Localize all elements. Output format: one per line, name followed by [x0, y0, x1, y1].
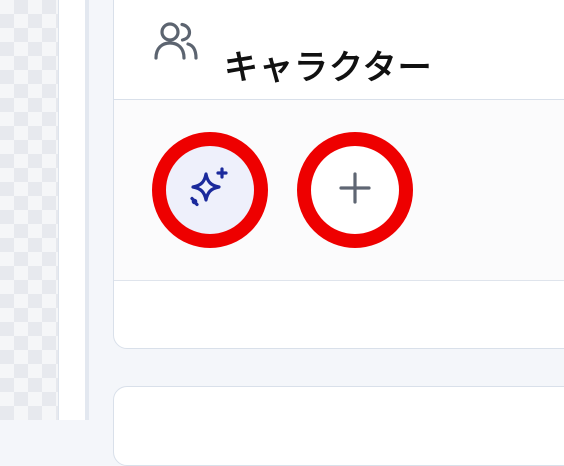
next-panel [113, 386, 564, 466]
character-panel: キャラクター [113, 0, 564, 349]
panel-header: キャラクター [114, 1, 564, 100]
ai-generate-button[interactable] [152, 132, 268, 248]
transparent-background [0, 0, 58, 420]
sparkles-icon [186, 164, 234, 216]
panel-body [114, 100, 564, 281]
users-icon [152, 18, 200, 62]
panel-title: キャラクター [224, 48, 433, 89]
plus-icon [335, 168, 375, 212]
side-rail [58, 0, 89, 420]
add-character-button[interactable] [297, 132, 413, 248]
